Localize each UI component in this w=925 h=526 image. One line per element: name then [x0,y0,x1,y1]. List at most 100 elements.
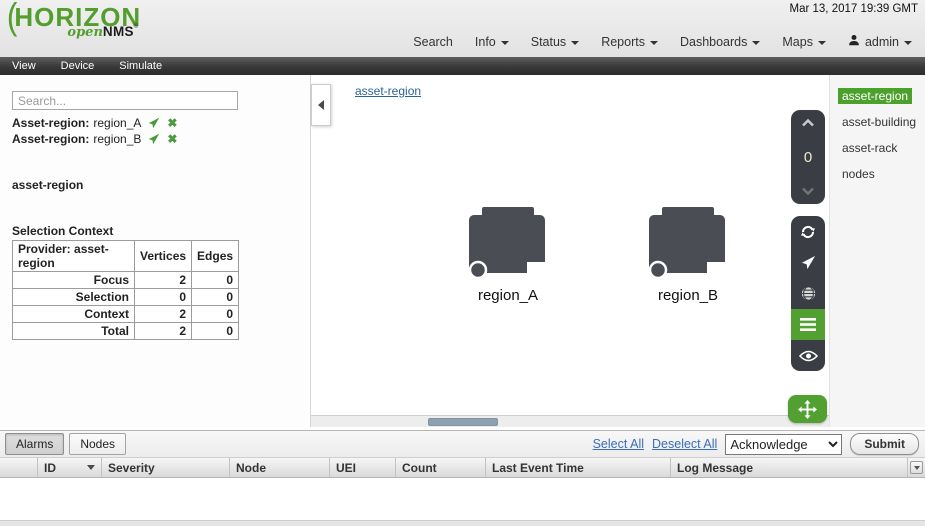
table-row: Context 2 0 [13,306,239,323]
select-all-link[interactable]: Select All [593,437,644,451]
zoom-control-group: 0 [791,110,825,204]
center-on-selection-button[interactable] [791,247,825,278]
triangle-left-icon [318,100,324,110]
refresh-button[interactable] [791,216,825,247]
layer-item-asset-building[interactable]: asset-building [838,114,925,130]
tab-nodes[interactable]: Nodes [69,433,126,455]
column-select-checkbox[interactable] [0,458,38,477]
nav-reports[interactable]: Reports [590,31,669,53]
topology-map-canvas[interactable]: asset-region region_A region_B [310,75,830,427]
globe-icon [800,285,817,302]
column-header-last-event-time[interactable]: Last Event Time [486,458,671,477]
remove-focus-icon[interactable]: ✖ [167,117,177,129]
top-navigation: Search Info Status Reports Dashboards Ma… [402,30,923,53]
acknowledge-select[interactable]: Acknowledge [725,434,842,455]
column-header-node[interactable]: Node [230,458,330,477]
horizon-logo: ( HORIZON openNMS® [6,1,141,40]
collapse-panel-button[interactable] [311,84,331,126]
map-node-region-b[interactable]: region_B [649,207,727,304]
nav-admin[interactable]: admin [837,30,923,53]
region-node-icon [469,207,547,283]
column-chooser-button[interactable] [908,458,925,477]
zoom-level-value: 0 [804,150,812,165]
caret-down-icon [752,41,760,45]
refresh-icon [799,223,817,241]
chooser-dropdown-icon [910,461,923,474]
caret-down-icon [904,41,912,45]
zoom-out-chevron-icon[interactable] [801,187,815,196]
locate-icon[interactable] [148,117,160,129]
column-header-id[interactable]: ID [38,458,102,477]
move-arrows-icon [798,400,817,419]
col-edges: Edges [192,241,239,272]
remove-focus-icon[interactable]: ✖ [167,133,177,145]
hamburger-icon [800,318,816,331]
map-toolbar [791,216,825,371]
menu-device[interactable]: Device [61,60,95,72]
highlight-focus-button[interactable] [791,340,825,371]
layer-item-nodes[interactable]: nodes [838,166,925,182]
deselect-all-link[interactable]: Deselect All [652,437,717,451]
table-row: Selection 0 0 [13,289,239,306]
layer-item-asset-rack[interactable]: asset-rack [838,140,925,156]
nav-info[interactable]: Info [464,31,520,53]
menu-simulate[interactable]: Simulate [119,60,162,72]
pan-mode-button[interactable] [788,395,827,423]
nav-maps[interactable]: Maps [771,31,837,53]
col-vertices: Vertices [135,241,192,272]
header: ( HORIZON openNMS® Mar 13, 2017 19:39 GM… [0,0,925,57]
user-icon [848,34,860,49]
focus-item: Asset-region: region_A ✖ [12,116,177,130]
datetime-display: Mar 13, 2017 19:39 GMT [790,3,918,15]
alarm-controls: Select All Deselect All Acknowledge Subm… [593,433,925,455]
focus-panel: Asset-region: region_A ✖ Asset-region: r… [0,75,310,430]
column-header-uei[interactable]: UEI [330,458,396,477]
selection-context-title: Selection Context [12,224,113,238]
breadcrumb-asset-region[interactable]: asset-region [355,84,421,98]
scrollbar-thumb[interactable] [428,418,498,426]
col-provider: Provider: asset-region [13,241,135,272]
column-header-severity[interactable]: Severity [102,458,230,477]
layer-item-asset-region[interactable]: asset-region [838,88,925,104]
alarm-action-bar: Alarms Nodes Select All Deselect All Ack… [0,431,925,458]
provider-category-label: asset-region [12,178,83,192]
logo-nms-text: NMS [103,24,134,39]
menu-view[interactable]: View [12,60,36,72]
search-input[interactable] [12,91,238,110]
table-row: Total 2 0 [13,323,239,340]
nav-search[interactable]: Search [402,31,464,53]
topology-menubar: View Device Simulate [0,57,925,75]
focus-item: Asset-region: region_B ✖ [12,132,177,146]
layer-selection-button[interactable] [791,309,825,340]
column-header-log-message[interactable]: Log Message [671,458,908,477]
layer-sidebar: asset-region asset-building asset-rack n… [830,75,925,427]
alarm-grid-body[interactable] [0,478,925,520]
map-horizontal-scrollbar[interactable] [311,415,829,427]
nav-dashboards[interactable]: Dashboards [669,31,771,53]
show-entire-map-button[interactable] [791,278,825,309]
logo-open-text: open [67,25,102,40]
column-header-count[interactable]: Count [396,458,486,477]
locate-icon[interactable] [148,133,160,145]
location-arrow-icon [801,255,816,270]
nav-status[interactable]: Status [520,31,590,53]
zoom-in-chevron-icon[interactable] [801,118,815,127]
selection-context-table: Provider: asset-region Vertices Edges Fo… [12,240,239,340]
tab-alarms[interactable]: Alarms [5,433,64,455]
submit-button[interactable]: Submit [850,433,919,455]
caret-down-icon [571,41,579,45]
node-label: region_A [469,287,547,304]
logo-arc-glyph: ( [7,1,17,33]
logo-reg-mark: ® [134,24,138,30]
browser-tabs: Alarms Nodes [0,433,126,455]
bottom-scroll-strip [0,520,925,526]
region-node-icon [649,207,727,283]
caret-down-icon [650,41,658,45]
eye-icon [799,350,818,362]
map-node-region-a[interactable]: region_A [469,207,547,304]
node-label: region_B [649,287,727,304]
alarm-grid-header: ID Severity Node UEI Count Last Event Ti… [0,458,925,478]
caret-down-icon [818,41,826,45]
caret-down-icon [501,41,509,45]
table-row: Focus 2 0 [13,272,239,289]
